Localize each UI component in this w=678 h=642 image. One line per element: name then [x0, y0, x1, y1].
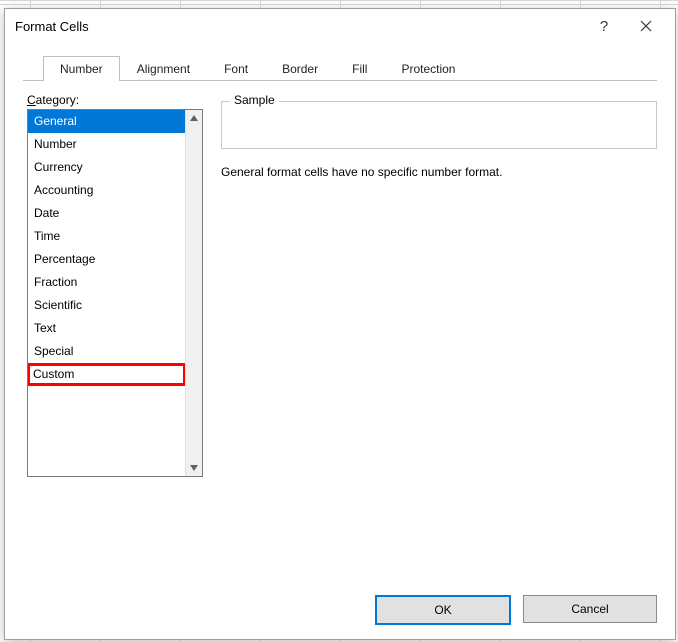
category-listbox[interactable]: GeneralNumberCurrencyAccountingDateTimeP… [27, 109, 203, 477]
help-button[interactable]: ? [583, 11, 625, 41]
tab-label: Number [60, 62, 103, 76]
ok-button-label: OK [434, 603, 451, 617]
listbox-scrollbar[interactable] [185, 110, 202, 476]
category-item-fraction[interactable]: Fraction [28, 271, 186, 294]
category-item-text[interactable]: Text [28, 317, 186, 340]
tab-font[interactable]: Font [207, 56, 265, 81]
tab-label: Border [282, 62, 318, 76]
category-item-number[interactable]: Number [28, 133, 186, 156]
titlebar: Format Cells ? [5, 9, 675, 43]
scroll-down-icon[interactable] [186, 460, 202, 476]
close-icon [640, 20, 652, 32]
close-button[interactable] [625, 11, 667, 41]
category-item-general[interactable]: General [28, 110, 186, 133]
ok-button[interactable]: OK [375, 595, 511, 625]
dialog-title: Format Cells [15, 19, 89, 34]
sample-groupbox: Sample [221, 101, 657, 149]
cancel-button[interactable]: Cancel [523, 595, 657, 623]
category-item-currency[interactable]: Currency [28, 156, 186, 179]
sample-value [222, 102, 656, 116]
tab-border[interactable]: Border [265, 56, 335, 81]
tab-label: Fill [352, 62, 367, 76]
category-item-percentage[interactable]: Percentage [28, 248, 186, 271]
dialog-footer: OK Cancel [5, 585, 675, 639]
tabstrip: Number Alignment Font Border Fill Protection [5, 43, 675, 81]
scroll-up-icon[interactable] [186, 110, 202, 126]
category-item-special[interactable]: Special [28, 340, 186, 363]
tab-label: Font [224, 62, 248, 76]
tab-fill[interactable]: Fill [335, 56, 384, 81]
help-icon: ? [600, 18, 608, 35]
cancel-button-label: Cancel [571, 602, 608, 616]
tab-label: Alignment [137, 62, 190, 76]
tab-number[interactable]: Number [43, 56, 120, 81]
category-label: Category: [27, 93, 203, 107]
category-item-date[interactable]: Date [28, 202, 186, 225]
format-cells-dialog: Format Cells ? Number Alignment Font Border… [4, 8, 676, 640]
format-description: General format cells have no specific nu… [221, 165, 657, 179]
category-item-scientific[interactable]: Scientific [28, 294, 186, 317]
tab-label: Protection [401, 62, 455, 76]
tab-protection[interactable]: Protection [384, 56, 472, 81]
category-item-time[interactable]: Time [28, 225, 186, 248]
tab-alignment[interactable]: Alignment [120, 56, 207, 81]
sample-label: Sample [230, 93, 279, 107]
category-item-custom[interactable]: Custom [27, 363, 186, 386]
category-item-accounting[interactable]: Accounting [28, 179, 186, 202]
